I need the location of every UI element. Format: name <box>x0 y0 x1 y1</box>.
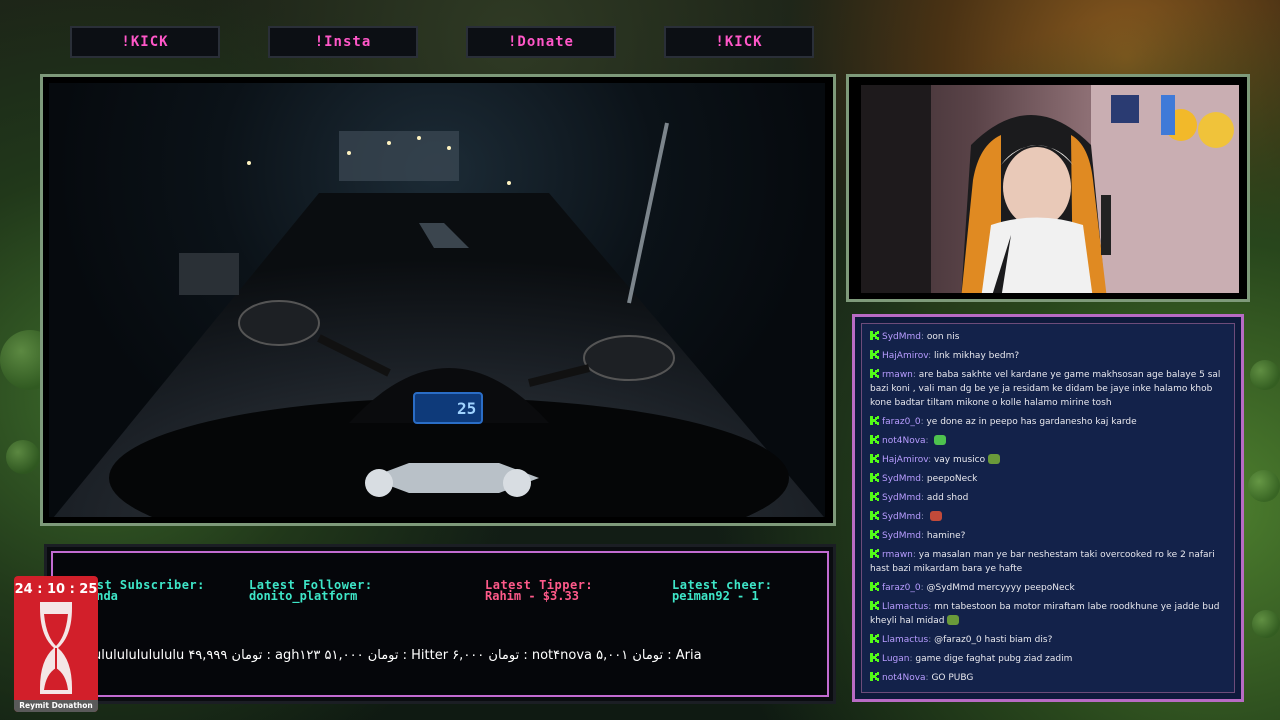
insta-command-button[interactable]: !Insta <box>268 26 418 58</box>
chat-message: HajAmirov: link mikhay bedm? <box>870 349 1226 363</box>
chat-emote-icon <box>988 454 1001 464</box>
chat-username[interactable]: HajAmirov <box>882 455 928 465</box>
chat-emote-icon <box>934 435 947 445</box>
kick-badge-icon <box>870 435 879 444</box>
kick-badge-icon <box>870 369 879 378</box>
chat-username[interactable]: SydMmd <box>882 493 921 503</box>
timer-label: Reymit Donathon <box>14 700 98 712</box>
chat-text: hamine? <box>926 531 966 541</box>
donate-command-button[interactable]: !Donate <box>466 26 616 58</box>
chat-emote-icon <box>947 615 960 625</box>
chat-text: GO PUBG <box>931 673 974 683</box>
chat-username[interactable]: rmawn <box>882 550 913 560</box>
latest-tipper-value: Rahim - $3.33 <box>485 589 579 603</box>
chat-username[interactable]: HajAmirov <box>882 351 928 361</box>
bg-bubble <box>1252 610 1280 638</box>
chat-panel: SydMmd: oon nis HajAmirov: link mikhay be… <box>852 314 1244 702</box>
timer-countdown: 24 : 10 : 25 <box>14 582 98 597</box>
chat-message: SydMmd: peepoNeck <box>870 472 1226 486</box>
kick-badge-icon <box>870 582 879 591</box>
chat-username[interactable]: not4Nova <box>882 436 926 446</box>
kick-command-button[interactable]: !KICK <box>70 26 220 58</box>
chat-separator: : <box>921 512 927 522</box>
speedometer-readout: 25 <box>457 399 477 418</box>
kick-command-button-2[interactable]: !KICK <box>664 26 814 58</box>
chat-username[interactable]: faraz0_0 <box>882 417 921 427</box>
chat-text: add shod <box>926 493 969 503</box>
kick-badge-icon <box>870 672 879 681</box>
kick-badge-icon <box>870 511 879 520</box>
chat-text: vay musico <box>933 455 986 465</box>
motorcycle-pov-video: 25 <box>49 83 825 517</box>
chat-message: HajAmirov: vay musico <box>870 453 1226 467</box>
donation-ticker: ulululululululu ۴۹,۹۹۹ تومان : agh۱۲۳ ۵۱… <box>93 648 702 663</box>
bg-bubble <box>1248 470 1280 502</box>
kick-badge-icon <box>870 350 879 359</box>
gameplay-video-frame: 25 <box>40 74 836 526</box>
chat-username[interactable]: SydMmd <box>882 512 921 522</box>
kick-badge-icon <box>870 492 879 501</box>
kick-badge-icon <box>870 473 879 482</box>
kick-badge-icon <box>870 416 879 425</box>
chat-message: SydMmd: add shod <box>870 491 1226 505</box>
chat-message: Llamactus: @faraz0_0 hasti biam dis? <box>870 633 1226 647</box>
chat-text: are baba sakhte vel kardane ye game makh… <box>870 370 1221 408</box>
chat-username[interactable]: SydMmd <box>882 332 921 342</box>
chat-username[interactable]: Lugan <box>882 654 910 664</box>
chat-message: rmawn: are baba sakhte vel kardane ye ga… <box>870 368 1226 410</box>
chat-username[interactable]: rmawn <box>882 370 913 380</box>
chat-message-list[interactable]: SydMmd: oon nis HajAmirov: link mikhay be… <box>861 323 1235 693</box>
chat-username[interactable]: not4Nova <box>882 673 926 683</box>
chat-separator: : <box>925 436 932 446</box>
chat-username[interactable]: faraz0_0 <box>882 583 921 593</box>
kick-badge-icon <box>870 601 879 610</box>
chat-text: game dige faghat pubg ziad zadim <box>915 654 1073 664</box>
chat-username[interactable]: SydMmd <box>882 531 921 541</box>
chat-message: SydMmd: oon nis <box>870 330 1226 344</box>
kick-badge-icon <box>870 530 879 539</box>
chat-username[interactable]: Llamactus <box>882 602 928 612</box>
chat-text: @faraz0_0 hasti biam dis? <box>934 635 1053 645</box>
night-road-scene <box>53 122 824 517</box>
kick-badge-icon <box>870 454 879 463</box>
chat-message: faraz0_0: ye done az in peepo has gardan… <box>870 415 1226 429</box>
chat-text: ye done az in peepo has gardanesho kaj k… <box>926 417 1137 427</box>
chat-message: not4Nova: GO PUBG <box>870 671 1226 685</box>
bg-bubble <box>6 440 40 474</box>
kick-badge-icon <box>870 549 879 558</box>
kick-badge-icon <box>870 331 879 340</box>
latest-cheer-value: peiman92 - 1 <box>672 589 759 603</box>
chat-username[interactable]: Llamactus <box>882 635 928 645</box>
chat-message: Llamactus: mn tabestoon ba motor mirafta… <box>870 600 1226 628</box>
chat-message: SydMmd: <box>870 510 1226 524</box>
kick-badge-icon <box>870 634 879 643</box>
streamer-webcam-scene <box>861 85 1239 293</box>
chat-text: peepoNeck <box>926 474 978 484</box>
chat-username[interactable]: SydMmd <box>882 474 921 484</box>
chat-emote-icon <box>929 511 942 521</box>
chat-text: ya masalan man ye bar neshestam taki ove… <box>870 550 1215 574</box>
donathon-timer: 24 : 10 : 25 Reymit Donathon <box>14 576 98 712</box>
kick-badge-icon <box>870 653 879 662</box>
hourglass-icon <box>40 602 72 694</box>
stream-info-inner: est Subscriber: anda Latest Follower: do… <box>51 551 829 697</box>
chat-text: link mikhay bedm? <box>933 351 1020 361</box>
chat-message: rmawn: ya masalan man ye bar neshestam t… <box>870 548 1226 576</box>
latest-follower-value: donito_platform <box>249 589 358 603</box>
chat-message: not4Nova: <box>870 434 1226 448</box>
chat-message: Lugan: game dige faghat pubg ziad zadim <box>870 652 1226 666</box>
webcam-frame <box>846 74 1250 302</box>
chat-message: SydMmd: hamine? <box>870 529 1226 543</box>
bg-bubble <box>1250 360 1280 390</box>
chat-text: @SydMmd mercyyyy peepoNeck <box>926 583 1075 593</box>
chat-text: oon nis <box>926 332 960 342</box>
chat-message: faraz0_0: @SydMmd mercyyyy peepoNeck <box>870 581 1226 595</box>
webcam-video <box>861 85 1239 293</box>
stream-info-bar: est Subscriber: anda Latest Follower: do… <box>44 544 836 704</box>
